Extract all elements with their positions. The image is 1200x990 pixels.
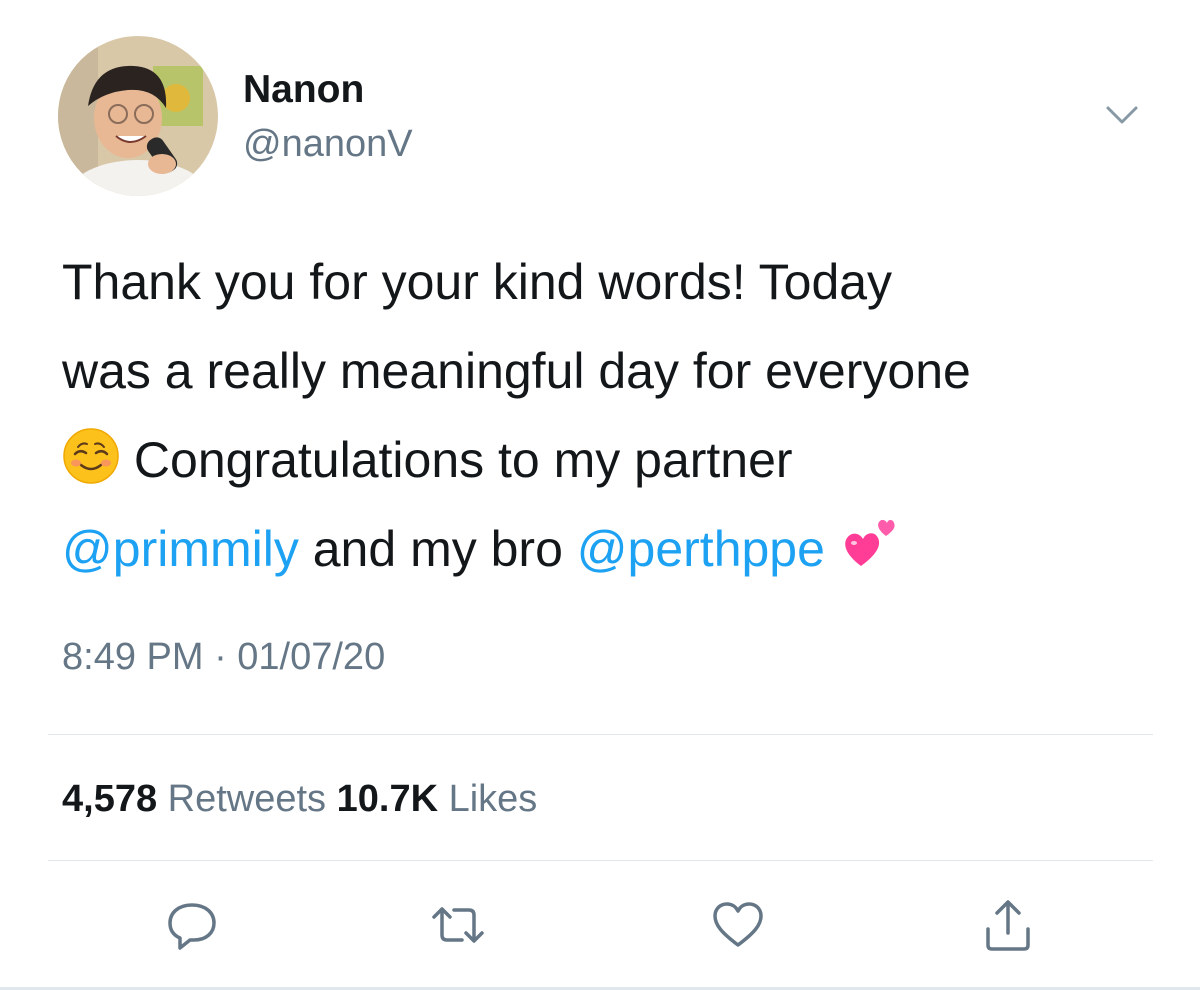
chevron-down-icon[interactable]	[1098, 96, 1146, 136]
smiling-face-icon	[62, 427, 120, 485]
likes-label[interactable]: Likes	[449, 778, 538, 820]
tweet-line: was a really meaningful day for everyone	[62, 343, 971, 399]
author-handle[interactable]: @nanonV	[243, 122, 413, 166]
retweets-label[interactable]: Retweets	[168, 778, 326, 820]
tweet-timestamp[interactable]: 8:49 PM · 01/07/20	[62, 634, 385, 680]
tweet-line: Thank you for your kind words! Today	[62, 254, 893, 310]
share-icon[interactable]	[978, 895, 1038, 955]
retweet-icon[interactable]	[428, 895, 488, 955]
reply-icon[interactable]	[162, 895, 222, 955]
retweets-count[interactable]: 4,578	[62, 778, 157, 820]
mention-link[interactable]: @perthppe	[577, 521, 825, 577]
likes-count[interactable]: 10.7K	[337, 778, 438, 820]
divider	[48, 860, 1153, 861]
tweet-actions	[0, 895, 1200, 955]
tweet-stats: 4,578 Retweets 10.7K Likes	[62, 776, 537, 822]
tweet-line: @primmily and my bro @perthppe	[62, 505, 1172, 594]
author-display-name[interactable]: Nanon	[243, 68, 364, 112]
two-hearts-icon	[839, 512, 901, 574]
mention-link[interactable]: @primmily	[62, 521, 299, 577]
tweet-line: Congratulations to my partner	[62, 416, 1172, 505]
tweet-text: Thank you for your kind words! Today was…	[62, 238, 1172, 594]
avatar-photo-icon	[58, 36, 218, 196]
divider	[48, 734, 1153, 735]
avatar[interactable]	[58, 36, 218, 196]
tweet-line-text: Congratulations to my partner	[133, 432, 793, 488]
like-icon[interactable]	[708, 895, 768, 955]
tweet-line-text: and my bro	[312, 521, 563, 577]
